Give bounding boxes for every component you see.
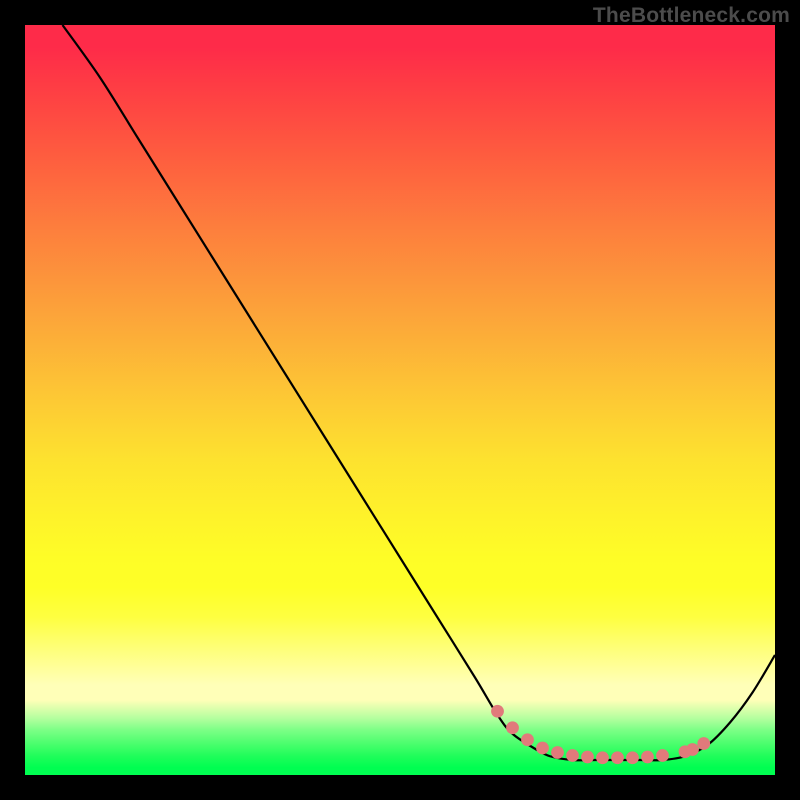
watermark-text: TheBottleneck.com <box>593 4 790 28</box>
marker-dot <box>641 751 654 764</box>
marker-dot <box>697 737 710 750</box>
marker-dot <box>581 751 594 764</box>
marker-dot <box>686 743 699 756</box>
marker-dot <box>611 751 624 764</box>
chart-frame: TheBottleneck.com <box>0 0 800 800</box>
highlight-markers <box>491 705 710 764</box>
marker-dot <box>656 749 669 762</box>
marker-dot <box>551 746 564 759</box>
bottleneck-curve <box>63 25 776 760</box>
marker-dot <box>626 751 639 764</box>
marker-dot <box>521 733 534 746</box>
marker-dot <box>491 705 504 718</box>
marker-dot <box>536 742 549 755</box>
marker-dot <box>506 721 519 734</box>
curve-layer <box>25 25 775 775</box>
plot-area <box>25 25 775 775</box>
marker-dot <box>596 751 609 764</box>
marker-dot <box>566 749 579 762</box>
